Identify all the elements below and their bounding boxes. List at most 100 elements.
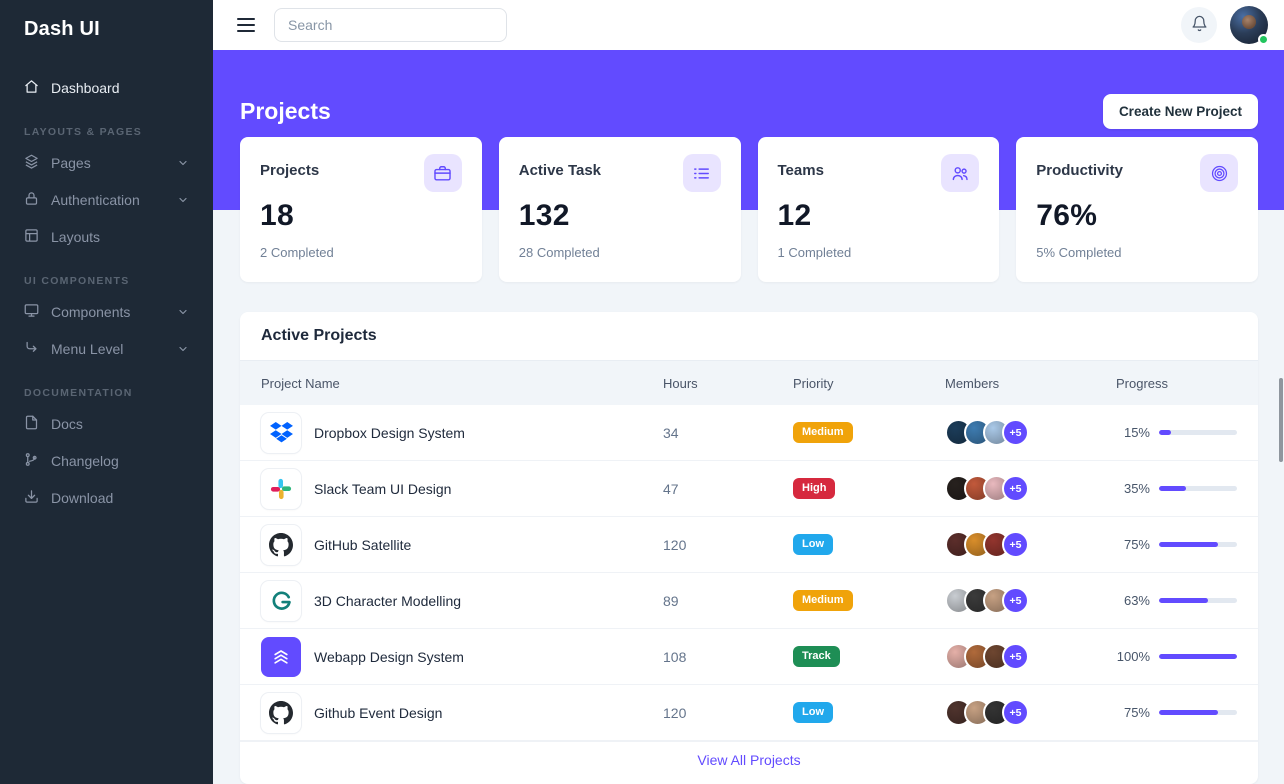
github-icon: [261, 524, 301, 565]
table-footer: View All Projects: [240, 741, 1258, 784]
download-icon: [24, 489, 39, 507]
progress-fill: [1159, 710, 1218, 715]
stat-title: Projects: [260, 162, 320, 179]
table-row: 3D Character Modelling 89 Medium +5 63%: [240, 573, 1258, 629]
app-root: Dash UI Dashboard LAYOUTS & PAGES Pages …: [0, 0, 1284, 784]
webapp-icon: [261, 636, 301, 677]
sidebar-section-layouts-pages: LAYOUTS & PAGES: [24, 126, 143, 138]
sidebar-item-docs[interactable]: Docs: [0, 405, 213, 442]
priority-badge: Medium: [793, 590, 853, 611]
project-hours: 108: [663, 648, 687, 665]
extra-members-badge: +5: [1002, 643, 1029, 670]
sidebar-item-menu-level[interactable]: Menu Level: [0, 330, 213, 367]
project-hours: 34: [663, 424, 679, 441]
progress-fill: [1159, 542, 1218, 547]
bell-icon: [1191, 15, 1208, 35]
monitor-icon: [24, 303, 39, 321]
progress-fill: [1159, 486, 1187, 491]
file-icon: [24, 415, 39, 433]
progress-bar: [1159, 598, 1237, 603]
project-progress: 15%: [1116, 425, 1237, 440]
priority-badge: High: [793, 478, 836, 499]
sidebar: Dash UI Dashboard LAYOUTS & PAGES Pages …: [0, 0, 213, 784]
search-input[interactable]: [274, 7, 507, 42]
home-icon: [24, 79, 39, 97]
table-row: Dropbox Design System 34 Medium +5 15%: [240, 405, 1258, 461]
sidebar-item-label: Docs: [51, 415, 83, 432]
project-name-cell: 3D Character Modelling: [261, 580, 663, 621]
chevron-down-icon: [177, 343, 189, 355]
page-title: Projects: [240, 97, 331, 124]
sidebar-item-pages[interactable]: Pages: [0, 144, 213, 181]
project-name: Webapp Design System: [314, 648, 464, 665]
menu-icon[interactable]: [233, 14, 259, 36]
view-all-projects-link[interactable]: View All Projects: [697, 752, 800, 768]
table-row: GitHub Satellite 120 Low +5 75%: [240, 517, 1258, 573]
list-task-icon: [682, 154, 721, 192]
project-progress: 35%: [1116, 481, 1237, 496]
sidebar-item-download[interactable]: Download: [0, 479, 213, 516]
people-icon: [941, 154, 980, 192]
project-name-cell: Webapp Design System: [261, 636, 663, 677]
progress-fill: [1159, 654, 1237, 659]
stat-card-projects: Projects 18 2 Completed: [240, 137, 482, 282]
notifications-button[interactable]: [1181, 6, 1217, 43]
extra-members-badge: +5: [1002, 475, 1029, 502]
scrollbar-thumb[interactable]: [1279, 378, 1283, 462]
project-name-cell: GitHub Satellite: [261, 524, 663, 565]
extra-members-badge: +5: [1002, 531, 1029, 558]
target-icon: [1200, 154, 1238, 192]
project-name: GitHub Satellite: [314, 536, 412, 553]
extra-members-badge: +5: [1002, 419, 1029, 446]
brand-logo[interactable]: Dash UI: [0, 18, 213, 41]
sidebar-item-components[interactable]: Components: [0, 293, 213, 330]
project-progress: 63%: [1116, 593, 1237, 608]
column-header-progress: Progress: [1116, 375, 1169, 391]
stat-card-active-task: Active Task 132 28 Completed: [498, 137, 741, 282]
layers-icon: [24, 154, 39, 172]
progress-bar: [1159, 542, 1237, 547]
dropbox-icon: [261, 412, 301, 453]
progress-bar: [1159, 654, 1237, 659]
slack-icon: [261, 468, 301, 509]
git-branch-icon: [24, 452, 39, 470]
project-members: +5: [945, 475, 1116, 502]
priority-badge: Track: [793, 646, 840, 667]
sidebar-item-label: Layouts: [51, 228, 101, 245]
project-name: Github Event Design: [314, 704, 443, 721]
project-name: Dropbox Design System: [314, 424, 465, 441]
project-hours: 47: [663, 480, 679, 497]
project-hours: 89: [663, 592, 679, 609]
project-hours: 120: [663, 704, 687, 721]
priority-badge: Low: [793, 534, 833, 555]
sidebar-item-label: Pages: [51, 154, 91, 171]
project-name: Slack Team UI Design: [314, 480, 452, 497]
chevron-down-icon: [177, 157, 189, 169]
main-area: Projects Create New Project Projects 18 …: [213, 0, 1284, 784]
sidebar-item-label: Dashboard: [51, 79, 120, 96]
column-header-project-name: Project Name: [261, 375, 340, 391]
sidebar-item-dashboard[interactable]: Dashboard: [0, 69, 213, 106]
project-progress: 75%: [1116, 537, 1237, 552]
project-hours: 120: [663, 536, 687, 553]
progress-percent: 63%: [1123, 593, 1150, 608]
sidebar-item-label: Menu Level: [51, 340, 124, 357]
sidebar-item-authentication[interactable]: Authentication: [0, 181, 213, 218]
extra-members-badge: +5: [1002, 699, 1029, 726]
topbar: [213, 0, 1284, 50]
table-head: Project Name Hours Priority Members Prog…: [240, 360, 1258, 405]
avatar[interactable]: [1230, 5, 1269, 45]
create-new-project-button[interactable]: Create New Project: [1102, 93, 1258, 129]
stat-subtitle: 28 Completed: [518, 245, 600, 260]
progress-percent: 15%: [1123, 425, 1150, 440]
sidebar-item-layouts[interactable]: Layouts: [0, 218, 213, 255]
sidebar-item-changelog[interactable]: Changelog: [0, 442, 213, 479]
progress-percent: 75%: [1123, 537, 1150, 552]
progress-fill: [1159, 598, 1209, 603]
project-name-cell: Github Event Design: [261, 692, 663, 733]
project-progress: 75%: [1116, 705, 1237, 720]
column-header-members: Members: [945, 375, 1000, 391]
project-members: +5: [945, 643, 1116, 670]
project-members: +5: [945, 587, 1116, 614]
project-name: 3D Character Modelling: [314, 592, 462, 609]
